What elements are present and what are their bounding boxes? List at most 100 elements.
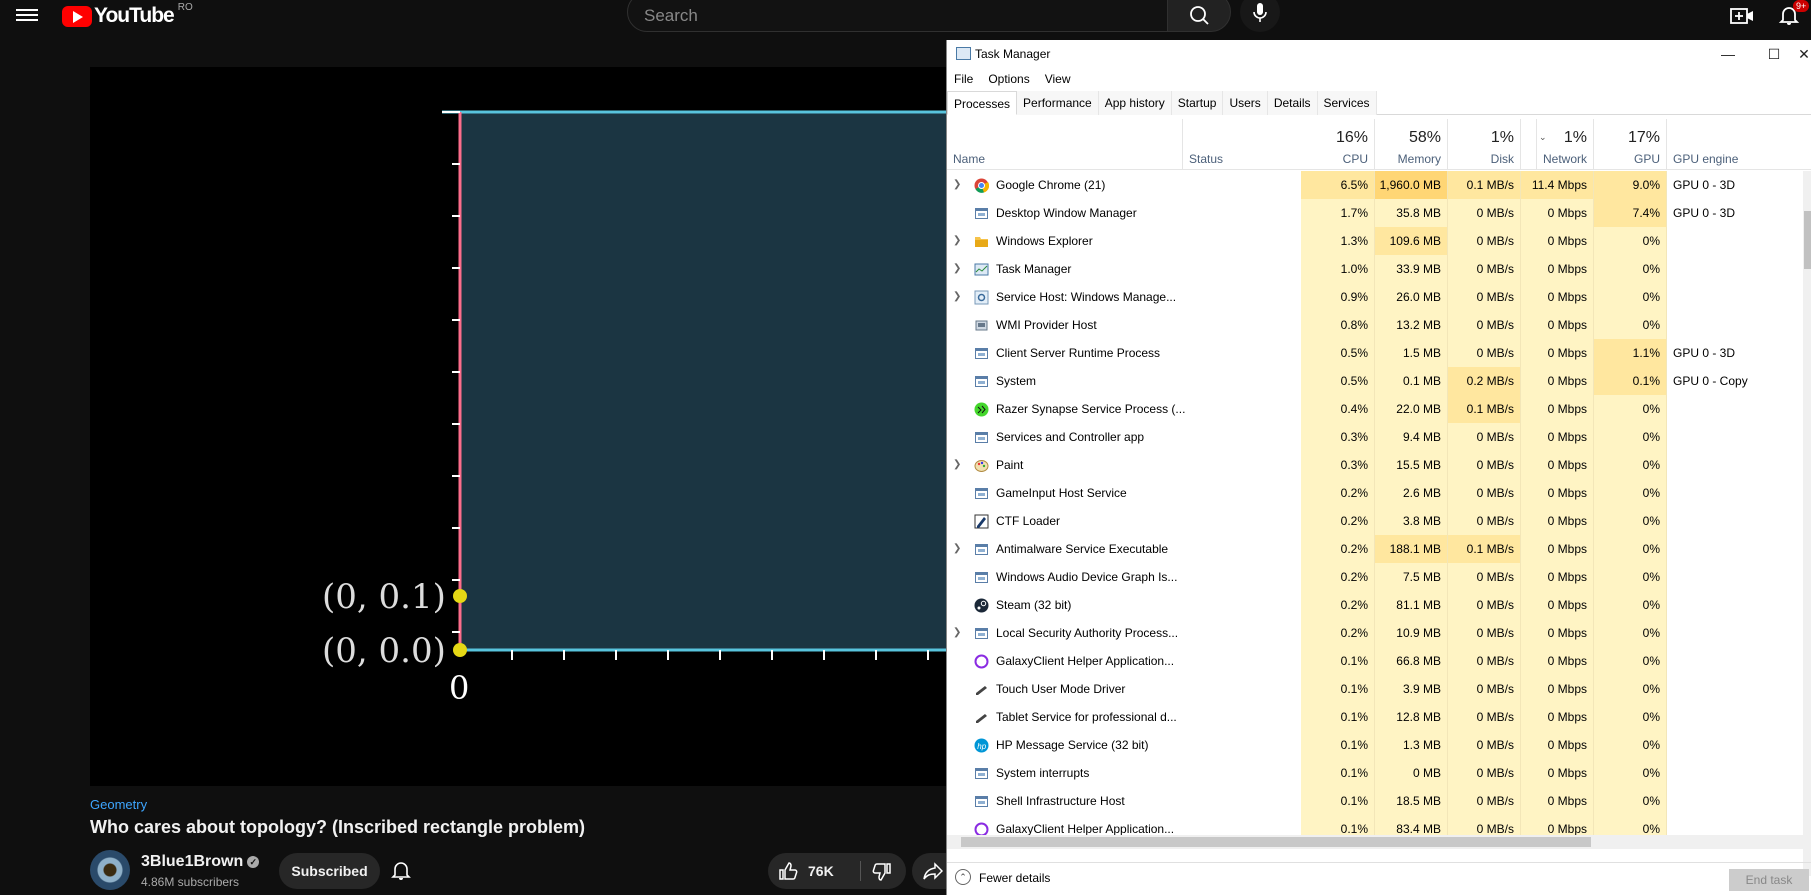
tab-strip: Processes Performance App history Startu… <box>947 91 1811 115</box>
disk-total: 1% <box>1490 129 1514 146</box>
tab-services[interactable]: Services <box>1317 91 1377 115</box>
vertical-scroll-thumb[interactable] <box>1804 211 1811 269</box>
expand-chevron-icon[interactable]: ❯ <box>953 227 961 255</box>
process-row[interactable]: System 0.5% 0.1 MB 0.2 MB/s 0 Mbps 0.1% GPU 0 … <box>947 367 1811 395</box>
menu-file[interactable]: File <box>947 69 981 91</box>
ctf-loader-icon <box>974 514 989 529</box>
expand-chevron-icon[interactable]: ❯ <box>953 619 961 647</box>
column-header-network[interactable]: 1% Network <box>1521 119 1594 170</box>
process-row[interactable]: ❯ Google Chrome (21) 6.5% 1,960.0 MB 0.1 MB/… <box>947 171 1811 199</box>
minimize-button[interactable]: — <box>1705 40 1751 68</box>
process-row[interactable]: ❯ Service Host: Windows Manage... 0.9% 26.0… <box>947 283 1811 311</box>
tab-users[interactable]: Users <box>1223 91 1268 115</box>
name-header-label: Name <box>953 152 986 166</box>
process-row[interactable]: ❯ Task Manager 1.0% 33.9 MB 0 MB/s 0 Mbps 0% <box>947 255 1811 283</box>
logo-text: YouTube <box>94 4 175 27</box>
process-net-value: 0 Mbps <box>1521 563 1594 591</box>
menu-options[interactable]: Options <box>981 69 1037 91</box>
expand-chevron-icon[interactable]: ❯ <box>953 283 961 311</box>
process-row[interactable]: Touch User Mode Driver 0.1% 3.9 MB 0 MB/s 0 … <box>947 675 1811 703</box>
process-row[interactable]: GalaxyClient Helper Application... 0.1% 66… <box>947 647 1811 675</box>
process-row[interactable]: Windows Audio Device Graph Is... 0.2% 7.5 … <box>947 563 1811 591</box>
process-row[interactable]: WMI Provider Host 0.8% 13.2 MB 0 MB/s 0 Mbps… <box>947 311 1811 339</box>
process-row[interactable]: Client Server Runtime Process 0.5% 1.5 MB 0… <box>947 339 1811 367</box>
channel-name[interactable]: 3Blue1Brown <box>141 853 243 870</box>
process-row[interactable]: GameInput Host Service 0.2% 2.6 MB 0 MB/s 0 … <box>947 479 1811 507</box>
process-cpu-value: 0.9% <box>1301 283 1375 311</box>
process-mem-value: 1.5 MB <box>1375 339 1448 367</box>
expand-chevron-icon[interactable]: ❯ <box>953 255 961 283</box>
search-button[interactable] <box>1167 0 1231 32</box>
channel-avatar[interactable] <box>90 850 130 890</box>
tab-processes[interactable]: Processes <box>947 91 1018 115</box>
process-mem-value: 1.3 MB <box>1375 731 1448 759</box>
process-gpu-value: 0% <box>1594 535 1667 563</box>
video-category-link[interactable]: Geometry <box>90 797 147 812</box>
process-row[interactable]: System interrupts 0.1% 0 MB 0 MB/s 0 Mbps 0% <box>947 759 1811 787</box>
vertical-scrollbar[interactable] <box>1803 171 1811 876</box>
process-row[interactable]: Tablet Service for professional d... 0.1%… <box>947 703 1811 731</box>
process-row[interactable]: ❯ Local Security Authority Process... 0.2%… <box>947 619 1811 647</box>
tab-startup[interactable]: Startup <box>1171 91 1224 115</box>
process-icon <box>974 626 989 641</box>
title-bar[interactable]: Task Manager — ☐ ✕ <box>947 40 1811 68</box>
column-header-row: Name Status ⌄ 16% CPU 58% Memory 1% Disk 1% N… <box>947 119 1811 170</box>
column-header-disk[interactable]: 1% Disk <box>1448 119 1521 170</box>
youtube-logo[interactable]: YouTube RO <box>62 2 193 28</box>
column-header-cpu[interactable]: 16% CPU <box>1301 119 1375 170</box>
voice-search-button[interactable] <box>1240 0 1280 32</box>
process-row[interactable]: Shell Infrastructure Host 0.1% 18.5 MB 0 MB… <box>947 787 1811 815</box>
process-row[interactable]: ❯ Antimalware Service Executable 0.2% 188.1… <box>947 535 1811 563</box>
tab-details[interactable]: Details <box>1267 91 1318 115</box>
app-window-icon <box>975 768 988 779</box>
process-mem-value: 3.8 MB <box>1375 507 1448 535</box>
process-row[interactable]: CTF Loader 0.2% 3.8 MB 0 MB/s 0 Mbps 0% <box>947 507 1811 535</box>
horizontal-scroll-thumb[interactable] <box>961 837 1591 847</box>
channel-name-row[interactable]: 3Blue1Brown ✓ <box>141 853 260 871</box>
end-task-button[interactable]: End task <box>1729 869 1809 891</box>
subscribed-button[interactable]: Subscribed <box>279 853 380 889</box>
collapse-chevron-icon[interactable]: ⌃ <box>955 869 971 885</box>
horizontal-scrollbar[interactable] <box>947 835 1803 849</box>
process-net-value: 0 Mbps <box>1521 311 1594 339</box>
maximize-button[interactable]: ☐ <box>1751 40 1797 68</box>
channel-notifications-button[interactable] <box>390 860 412 882</box>
process-net-value: 0 Mbps <box>1521 395 1594 423</box>
search-input[interactable]: Search <box>627 0 1168 32</box>
rectangle-fill <box>460 112 946 650</box>
process-row[interactable]: ❯ Windows Explorer 1.3% 109.6 MB 0 MB/s 0 Mbp… <box>947 227 1811 255</box>
close-button[interactable]: ✕ <box>1796 40 1811 68</box>
process-cpu-value: 0.2% <box>1301 535 1375 563</box>
process-row[interactable]: Razer Synapse Service Process (... 0.4% 22… <box>947 395 1811 423</box>
process-cpu-value: 0.2% <box>1301 619 1375 647</box>
menu-icon[interactable] <box>16 6 38 24</box>
column-header-name[interactable]: Name <box>947 119 1183 170</box>
create-button[interactable] <box>1730 6 1754 26</box>
process-icon <box>974 682 989 697</box>
column-header-memory[interactable]: 58% Memory <box>1375 119 1448 170</box>
tab-performance[interactable]: Performance <box>1017 91 1099 115</box>
fewer-details-link[interactable]: Fewer details <box>979 871 1050 885</box>
process-row[interactable]: ❯ Paint 0.3% 15.5 MB 0 MB/s 0 Mbps 0% <box>947 451 1811 479</box>
process-cpu-value: 0.3% <box>1301 423 1375 451</box>
process-row[interactable]: Steam (32 bit) 0.2% 81.1 MB 0 MB/s 0 Mbps 0% <box>947 591 1811 619</box>
column-header-gpu[interactable]: 17% GPU <box>1594 119 1667 170</box>
tab-app-history[interactable]: App history <box>1098 91 1172 115</box>
process-row[interactable]: Services and Controller app 0.3% 9.4 MB 0 M… <box>947 423 1811 451</box>
process-gpu-engine <box>1673 283 1799 311</box>
expand-chevron-icon[interactable]: ❯ <box>953 535 961 563</box>
process-row[interactable]: Desktop Window Manager 1.7% 35.8 MB 0 MB/s 0… <box>947 199 1811 227</box>
like-icon[interactable] <box>778 861 798 881</box>
dislike-icon[interactable] <box>872 862 892 882</box>
expand-chevron-icon[interactable]: ❯ <box>953 171 961 199</box>
process-row[interactable]: hp HP Message Service (32 bit) 0.1% 1.3 MB 0… <box>947 731 1811 759</box>
menu-view[interactable]: View <box>1038 69 1079 91</box>
column-header-gpu-engine[interactable]: GPU engine <box>1667 119 1803 170</box>
process-cpu-value: 0.5% <box>1301 367 1375 395</box>
process-icon <box>974 486 989 501</box>
video-player[interactable]: (0, 0.1) (0, 0.0) 0 <box>90 67 946 786</box>
process-net-value: 0 Mbps <box>1521 479 1594 507</box>
expand-chevron-icon[interactable]: ❯ <box>953 451 961 479</box>
process-cpu-value: 0.1% <box>1301 731 1375 759</box>
process-gpu-value: 0% <box>1594 227 1667 255</box>
